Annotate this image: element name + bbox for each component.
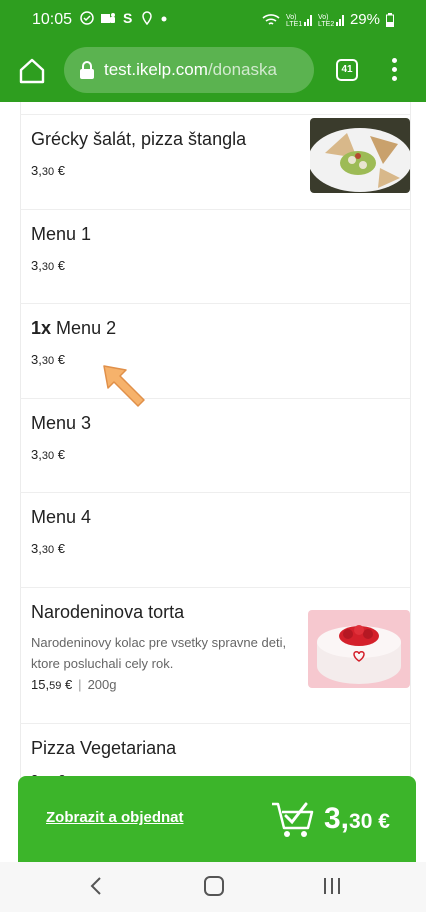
s-app-icon: S [123, 10, 134, 26]
item-name: 1x Menu 2 [31, 318, 117, 338]
list-item[interactable]: Narodeninova torta Narodeninovy kolac pr… [20, 587, 410, 723]
svg-text:LTE1: LTE1 [286, 21, 302, 28]
cart-bar[interactable]: Zobrazit a objednat 3,30 € [18, 776, 416, 862]
cart-check-icon [272, 802, 314, 837]
item-name: Grécky šalát, pizza štangla [31, 129, 247, 149]
svg-text:Vo): Vo) [318, 14, 329, 21]
item-price: 3,30 € [31, 163, 65, 178]
battery-icon [386, 12, 394, 27]
location-icon [141, 11, 152, 26]
browser-toolbar: test.ikelp.com/donaska 41 [0, 40, 426, 102]
menu-list: Grécky šalát, pizza štangla 3,30 € Menu … [0, 102, 426, 860]
list-item[interactable]: 1x Menu 2 3,30 € [20, 303, 410, 398]
item-weight: 200g [87, 677, 117, 692]
status-bar: 10:05 S Vo) LTE1 Vo) LTE2 29% [0, 0, 426, 40]
item-price: 3,30 € [31, 447, 65, 462]
item-name: Menu 4 [31, 507, 92, 527]
item-quantity: 1x [31, 318, 52, 338]
dot-icon [161, 16, 167, 22]
svg-text:LTE2: LTE2 [318, 21, 334, 28]
price-weight-separator: | [78, 677, 82, 692]
system-nav-bar [0, 862, 426, 912]
item-image-salad [310, 118, 410, 193]
svg-text:Vo): Vo) [286, 14, 297, 21]
lock-icon [80, 61, 94, 79]
tab-switcher-button[interactable]: 41 [336, 59, 358, 81]
back-icon[interactable] [88, 876, 104, 896]
status-left-icons: S [80, 10, 168, 28]
url-bar[interactable]: test.ikelp.com/donaska [64, 47, 314, 93]
volte2-signal-icon: Vo)LTE2 [318, 14, 344, 28]
list-item[interactable]: Grécky šalát, pizza štangla 3,30 € [20, 114, 410, 209]
list-item[interactable]: Menu 3 3,30 € [20, 398, 410, 493]
recent-apps-icon[interactable] [322, 876, 342, 896]
cart-total: 3,30 € [324, 802, 390, 835]
item-name: Pizza Vegetariana [31, 738, 177, 758]
status-time: 10:05 [32, 11, 73, 28]
item-price: 15,59 € | 200g [31, 677, 117, 692]
check-circle-icon [80, 11, 94, 25]
status-right: Vo) LTE1 Vo) LTE2 29% [262, 11, 394, 28]
pointer-arrow-icon [103, 365, 145, 407]
list-item[interactable]: Menu 4 3,30 € [20, 492, 410, 587]
view-and-order-link[interactable]: Zobrazit a objednat [46, 809, 184, 826]
url-host: test.ikelp.com [104, 60, 208, 79]
url-text: test.ikelp.com/donaska [104, 60, 277, 80]
wifi-icon [262, 13, 280, 25]
item-price: 3,30 € [31, 352, 65, 367]
list-item[interactable]: Menu 1 3,30 € [20, 209, 410, 304]
overflow-menu-icon[interactable] [390, 58, 398, 84]
item-price: 3,30 € [31, 541, 65, 556]
teams-icon [100, 13, 115, 23]
item-name: Menu 3 [31, 413, 92, 433]
item-description: Narodeninovy kolac pre vsetky spravne de… [31, 635, 287, 671]
item-name: Narodeninova torta [31, 602, 185, 622]
home-nav-icon[interactable] [203, 876, 225, 896]
item-name: Menu 1 [31, 224, 92, 244]
volte-signal-icon: Vo)LTE1 [286, 14, 312, 28]
url-path: /donaska [207, 60, 277, 79]
item-image-cake [308, 610, 410, 688]
item-price: 3,30 € [31, 258, 65, 273]
svg-text:S: S [123, 11, 134, 25]
home-icon[interactable] [18, 57, 46, 85]
battery-percent: 29% [349, 11, 380, 28]
